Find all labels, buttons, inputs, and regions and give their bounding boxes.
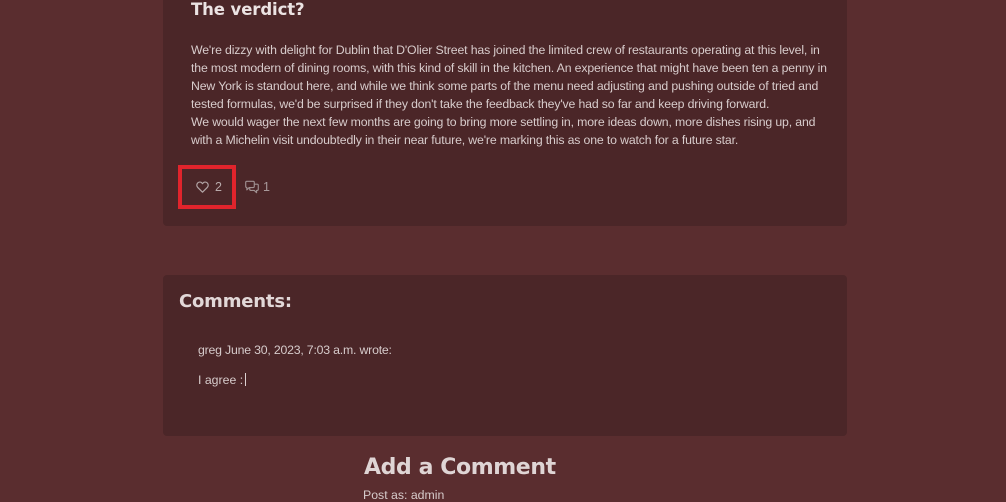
post-body: We're dizzy with delight for Dublin that… (191, 41, 831, 149)
add-comment-heading: Add a Comment (364, 455, 556, 480)
comments-section: Comments: greg June 30, 2023, 7:03 a.m. … (163, 275, 847, 436)
comments-heading: Comments: (179, 291, 292, 312)
comment-text-content: I agree : (198, 373, 244, 387)
text-cursor (245, 373, 247, 386)
heart-icon (196, 181, 209, 193)
post-paragraph: We're dizzy with delight for Dublin that… (191, 43, 827, 111)
comment-author-line: greg June 30, 2023, 7:03 a.m. wrote: (198, 343, 392, 357)
comments-button[interactable]: 1 (244, 180, 270, 194)
post-as-label: Post as: admin (363, 488, 445, 502)
post-paragraph: We would wager the next few months are g… (191, 115, 816, 147)
comment-count: 1 (263, 180, 270, 194)
speech-bubbles-icon (244, 180, 260, 194)
comment-text: I agree : (198, 373, 247, 387)
post-actions: 2 1 (178, 165, 270, 209)
post-title: The verdict? (191, 0, 305, 19)
post-card: The verdict? We're dizzy with delight fo… (163, 0, 847, 226)
like-button[interactable]: 2 (178, 165, 236, 209)
like-count: 2 (215, 180, 222, 194)
